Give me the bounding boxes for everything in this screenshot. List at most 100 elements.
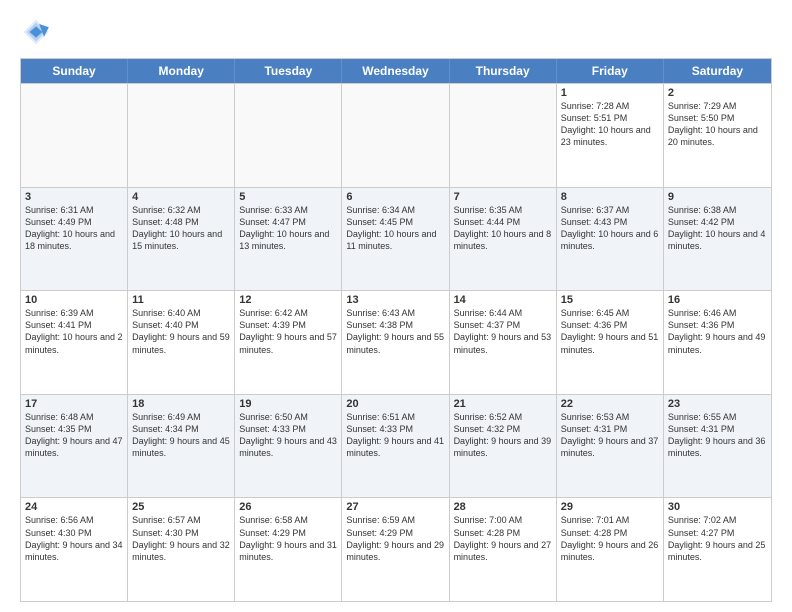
cell-info: Sunrise: 6:40 AM Sunset: 4:40 PM Dayligh… bbox=[132, 307, 230, 356]
day-number: 8 bbox=[561, 191, 659, 203]
calendar-cell bbox=[128, 84, 235, 187]
calendar-cell: 1Sunrise: 7:28 AM Sunset: 5:51 PM Daylig… bbox=[557, 84, 664, 187]
calendar-cell: 22Sunrise: 6:53 AM Sunset: 4:31 PM Dayli… bbox=[557, 395, 664, 498]
calendar-cell: 23Sunrise: 6:55 AM Sunset: 4:31 PM Dayli… bbox=[664, 395, 771, 498]
calendar-cell: 15Sunrise: 6:45 AM Sunset: 4:36 PM Dayli… bbox=[557, 291, 664, 394]
day-number: 21 bbox=[454, 398, 552, 410]
logo bbox=[20, 16, 56, 48]
calendar-cell: 30Sunrise: 7:02 AM Sunset: 4:27 PM Dayli… bbox=[664, 498, 771, 601]
day-number: 16 bbox=[668, 294, 767, 306]
calendar-cell: 29Sunrise: 7:01 AM Sunset: 4:28 PM Dayli… bbox=[557, 498, 664, 601]
calendar-cell bbox=[450, 84, 557, 187]
header-day-friday: Friday bbox=[557, 59, 664, 83]
day-number: 20 bbox=[346, 398, 444, 410]
cell-info: Sunrise: 6:44 AM Sunset: 4:37 PM Dayligh… bbox=[454, 307, 552, 356]
calendar-row-0: 1Sunrise: 7:28 AM Sunset: 5:51 PM Daylig… bbox=[21, 83, 771, 187]
cell-info: Sunrise: 6:55 AM Sunset: 4:31 PM Dayligh… bbox=[668, 411, 767, 460]
header-day-tuesday: Tuesday bbox=[235, 59, 342, 83]
day-number: 28 bbox=[454, 501, 552, 513]
calendar-cell: 5Sunrise: 6:33 AM Sunset: 4:47 PM Daylig… bbox=[235, 188, 342, 291]
calendar-cell bbox=[21, 84, 128, 187]
cell-info: Sunrise: 6:57 AM Sunset: 4:30 PM Dayligh… bbox=[132, 514, 230, 563]
header-day-saturday: Saturday bbox=[664, 59, 771, 83]
calendar-cell: 10Sunrise: 6:39 AM Sunset: 4:41 PM Dayli… bbox=[21, 291, 128, 394]
calendar-cell: 12Sunrise: 6:42 AM Sunset: 4:39 PM Dayli… bbox=[235, 291, 342, 394]
page: SundayMondayTuesdayWednesdayThursdayFrid… bbox=[0, 0, 792, 612]
calendar-cell: 9Sunrise: 6:38 AM Sunset: 4:42 PM Daylig… bbox=[664, 188, 771, 291]
header bbox=[20, 16, 772, 48]
calendar-cell: 8Sunrise: 6:37 AM Sunset: 4:43 PM Daylig… bbox=[557, 188, 664, 291]
calendar-cell: 24Sunrise: 6:56 AM Sunset: 4:30 PM Dayli… bbox=[21, 498, 128, 601]
header-day-wednesday: Wednesday bbox=[342, 59, 449, 83]
header-day-sunday: Sunday bbox=[21, 59, 128, 83]
calendar-cell: 21Sunrise: 6:52 AM Sunset: 4:32 PM Dayli… bbox=[450, 395, 557, 498]
calendar-cell: 25Sunrise: 6:57 AM Sunset: 4:30 PM Dayli… bbox=[128, 498, 235, 601]
day-number: 10 bbox=[25, 294, 123, 306]
cell-info: Sunrise: 6:46 AM Sunset: 4:36 PM Dayligh… bbox=[668, 307, 767, 356]
cell-info: Sunrise: 6:43 AM Sunset: 4:38 PM Dayligh… bbox=[346, 307, 444, 356]
cell-info: Sunrise: 6:58 AM Sunset: 4:29 PM Dayligh… bbox=[239, 514, 337, 563]
calendar-cell bbox=[235, 84, 342, 187]
calendar-cell: 28Sunrise: 7:00 AM Sunset: 4:28 PM Dayli… bbox=[450, 498, 557, 601]
cell-info: Sunrise: 6:38 AM Sunset: 4:42 PM Dayligh… bbox=[668, 204, 767, 253]
calendar: SundayMondayTuesdayWednesdayThursdayFrid… bbox=[20, 58, 772, 602]
cell-info: Sunrise: 6:50 AM Sunset: 4:33 PM Dayligh… bbox=[239, 411, 337, 460]
cell-info: Sunrise: 7:28 AM Sunset: 5:51 PM Dayligh… bbox=[561, 100, 659, 149]
day-number: 19 bbox=[239, 398, 337, 410]
day-number: 1 bbox=[561, 87, 659, 99]
day-number: 11 bbox=[132, 294, 230, 306]
day-number: 27 bbox=[346, 501, 444, 513]
cell-info: Sunrise: 6:52 AM Sunset: 4:32 PM Dayligh… bbox=[454, 411, 552, 460]
cell-info: Sunrise: 6:48 AM Sunset: 4:35 PM Dayligh… bbox=[25, 411, 123, 460]
day-number: 22 bbox=[561, 398, 659, 410]
calendar-cell: 20Sunrise: 6:51 AM Sunset: 4:33 PM Dayli… bbox=[342, 395, 449, 498]
calendar-cell: 6Sunrise: 6:34 AM Sunset: 4:45 PM Daylig… bbox=[342, 188, 449, 291]
calendar-row-2: 10Sunrise: 6:39 AM Sunset: 4:41 PM Dayli… bbox=[21, 290, 771, 394]
calendar-cell: 4Sunrise: 6:32 AM Sunset: 4:48 PM Daylig… bbox=[128, 188, 235, 291]
calendar-cell: 18Sunrise: 6:49 AM Sunset: 4:34 PM Dayli… bbox=[128, 395, 235, 498]
calendar-header: SundayMondayTuesdayWednesdayThursdayFrid… bbox=[21, 59, 771, 83]
cell-info: Sunrise: 6:32 AM Sunset: 4:48 PM Dayligh… bbox=[132, 204, 230, 253]
calendar-cell: 26Sunrise: 6:58 AM Sunset: 4:29 PM Dayli… bbox=[235, 498, 342, 601]
day-number: 12 bbox=[239, 294, 337, 306]
day-number: 2 bbox=[668, 87, 767, 99]
cell-info: Sunrise: 6:31 AM Sunset: 4:49 PM Dayligh… bbox=[25, 204, 123, 253]
day-number: 3 bbox=[25, 191, 123, 203]
cell-info: Sunrise: 6:45 AM Sunset: 4:36 PM Dayligh… bbox=[561, 307, 659, 356]
day-number: 14 bbox=[454, 294, 552, 306]
header-day-thursday: Thursday bbox=[450, 59, 557, 83]
cell-info: Sunrise: 7:02 AM Sunset: 4:27 PM Dayligh… bbox=[668, 514, 767, 563]
day-number: 17 bbox=[25, 398, 123, 410]
calendar-cell: 19Sunrise: 6:50 AM Sunset: 4:33 PM Dayli… bbox=[235, 395, 342, 498]
day-number: 9 bbox=[668, 191, 767, 203]
cell-info: Sunrise: 6:33 AM Sunset: 4:47 PM Dayligh… bbox=[239, 204, 337, 253]
calendar-cell bbox=[342, 84, 449, 187]
cell-info: Sunrise: 6:56 AM Sunset: 4:30 PM Dayligh… bbox=[25, 514, 123, 563]
day-number: 15 bbox=[561, 294, 659, 306]
day-number: 6 bbox=[346, 191, 444, 203]
day-number: 18 bbox=[132, 398, 230, 410]
calendar-row-1: 3Sunrise: 6:31 AM Sunset: 4:49 PM Daylig… bbox=[21, 187, 771, 291]
calendar-cell: 7Sunrise: 6:35 AM Sunset: 4:44 PM Daylig… bbox=[450, 188, 557, 291]
day-number: 13 bbox=[346, 294, 444, 306]
calendar-cell: 16Sunrise: 6:46 AM Sunset: 4:36 PM Dayli… bbox=[664, 291, 771, 394]
day-number: 30 bbox=[668, 501, 767, 513]
cell-info: Sunrise: 6:53 AM Sunset: 4:31 PM Dayligh… bbox=[561, 411, 659, 460]
calendar-cell: 27Sunrise: 6:59 AM Sunset: 4:29 PM Dayli… bbox=[342, 498, 449, 601]
calendar-cell: 3Sunrise: 6:31 AM Sunset: 4:49 PM Daylig… bbox=[21, 188, 128, 291]
day-number: 23 bbox=[668, 398, 767, 410]
header-day-monday: Monday bbox=[128, 59, 235, 83]
calendar-cell: 11Sunrise: 6:40 AM Sunset: 4:40 PM Dayli… bbox=[128, 291, 235, 394]
calendar-cell: 13Sunrise: 6:43 AM Sunset: 4:38 PM Dayli… bbox=[342, 291, 449, 394]
cell-info: Sunrise: 6:34 AM Sunset: 4:45 PM Dayligh… bbox=[346, 204, 444, 253]
day-number: 5 bbox=[239, 191, 337, 203]
cell-info: Sunrise: 6:51 AM Sunset: 4:33 PM Dayligh… bbox=[346, 411, 444, 460]
cell-info: Sunrise: 6:42 AM Sunset: 4:39 PM Dayligh… bbox=[239, 307, 337, 356]
calendar-row-3: 17Sunrise: 6:48 AM Sunset: 4:35 PM Dayli… bbox=[21, 394, 771, 498]
calendar-cell: 2Sunrise: 7:29 AM Sunset: 5:50 PM Daylig… bbox=[664, 84, 771, 187]
cell-info: Sunrise: 6:37 AM Sunset: 4:43 PM Dayligh… bbox=[561, 204, 659, 253]
calendar-row-4: 24Sunrise: 6:56 AM Sunset: 4:30 PM Dayli… bbox=[21, 497, 771, 601]
day-number: 24 bbox=[25, 501, 123, 513]
cell-info: Sunrise: 6:59 AM Sunset: 4:29 PM Dayligh… bbox=[346, 514, 444, 563]
calendar-cell: 14Sunrise: 6:44 AM Sunset: 4:37 PM Dayli… bbox=[450, 291, 557, 394]
